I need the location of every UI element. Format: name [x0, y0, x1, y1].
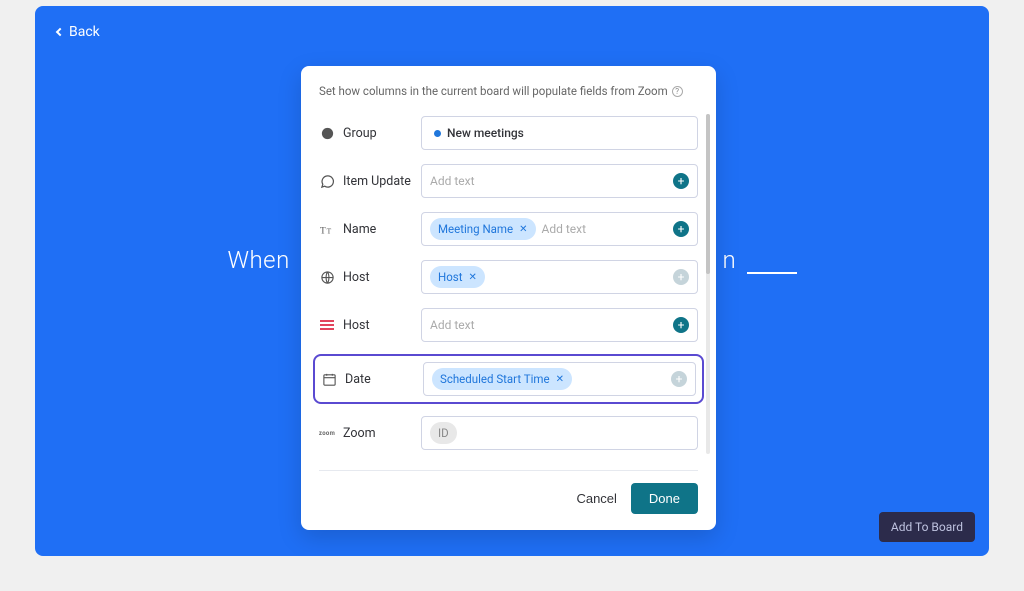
field-label: Host [343, 318, 370, 333]
host-text-input[interactable]: Add text + [421, 308, 698, 342]
field-row-group: Group New meetings [319, 114, 698, 152]
tag-id: ID [430, 422, 457, 444]
item-update-input[interactable]: Add text + [421, 164, 698, 198]
field-label: Zoom [343, 426, 376, 441]
host-tag-input[interactable]: Host ✕ + [421, 260, 698, 294]
add-icon[interactable]: + [673, 173, 689, 189]
placeholder: Add text [430, 318, 475, 332]
modal-description: Set how columns in the current board wil… [319, 84, 698, 98]
field-label: Group [343, 126, 377, 141]
field-row-zoom: zoom Zoom ID [319, 414, 698, 452]
field-row-file: File [319, 462, 698, 464]
svg-text:T: T [320, 226, 326, 236]
back-label: Back [69, 24, 100, 40]
chevron-left-icon [56, 28, 64, 36]
date-input[interactable]: Scheduled Start Time ✕ + [423, 362, 696, 396]
placeholder: Add text [430, 174, 475, 188]
divider [319, 470, 698, 471]
add-icon[interactable]: + [673, 317, 689, 333]
tag-host[interactable]: Host ✕ [430, 266, 485, 288]
add-icon[interactable]: + [673, 269, 689, 285]
name-input[interactable]: Meeting Name ✕ Add text + [421, 212, 698, 246]
remove-tag-icon[interactable]: ✕ [519, 224, 527, 235]
modal-footer: Cancel Done [301, 483, 716, 514]
zoom-input[interactable]: ID [421, 416, 698, 450]
add-icon[interactable]: + [671, 371, 687, 387]
circle-icon [319, 125, 335, 141]
tag-scheduled-time[interactable]: Scheduled Start Time ✕ [432, 368, 572, 390]
field-label: Host [343, 270, 370, 285]
field-label: Date [345, 372, 371, 387]
field-row-name: TT Name Meeting Name ✕ Add text + [319, 210, 698, 248]
info-icon[interactable]: ? [672, 86, 683, 97]
globe-icon [319, 269, 335, 285]
field-mapping-modal: Set how columns in the current board wil… [301, 66, 716, 530]
zoom-icon: zoom [319, 425, 335, 441]
main-canvas: Back When n Set how columns in the curre… [35, 6, 989, 556]
tag-meeting-name[interactable]: Meeting Name ✕ [430, 218, 536, 240]
svg-text:T: T [326, 226, 331, 235]
field-label: Name [343, 222, 376, 237]
bullet-icon [434, 130, 441, 137]
add-to-board-button[interactable]: Add To Board [879, 512, 975, 542]
cancel-button[interactable]: Cancel [576, 491, 616, 506]
modal-scroll-area[interactable]: Set how columns in the current board wil… [301, 84, 716, 464]
field-row-item-update: Item Update Add text + [319, 162, 698, 200]
text-icon: TT [319, 221, 335, 237]
group-value: New meetings [447, 126, 524, 140]
remove-tag-icon[interactable]: ✕ [468, 272, 476, 283]
lines-icon [319, 317, 335, 333]
field-row-date: Date Scheduled Start Time ✕ + [313, 354, 704, 404]
group-input[interactable]: New meetings [421, 116, 698, 150]
done-button[interactable]: Done [631, 483, 698, 514]
speech-bubble-icon [319, 173, 335, 189]
remove-tag-icon[interactable]: ✕ [556, 374, 564, 385]
add-icon[interactable]: + [673, 221, 689, 237]
calendar-icon [321, 371, 337, 387]
field-row-host-text: Host Add text + [319, 306, 698, 344]
scrollbar-thumb[interactable] [706, 114, 710, 274]
field-label: Item Update [343, 174, 411, 189]
placeholder: Add text [542, 222, 587, 236]
back-button[interactable]: Back [57, 24, 100, 40]
field-row-host-tag: Host Host ✕ + [319, 258, 698, 296]
